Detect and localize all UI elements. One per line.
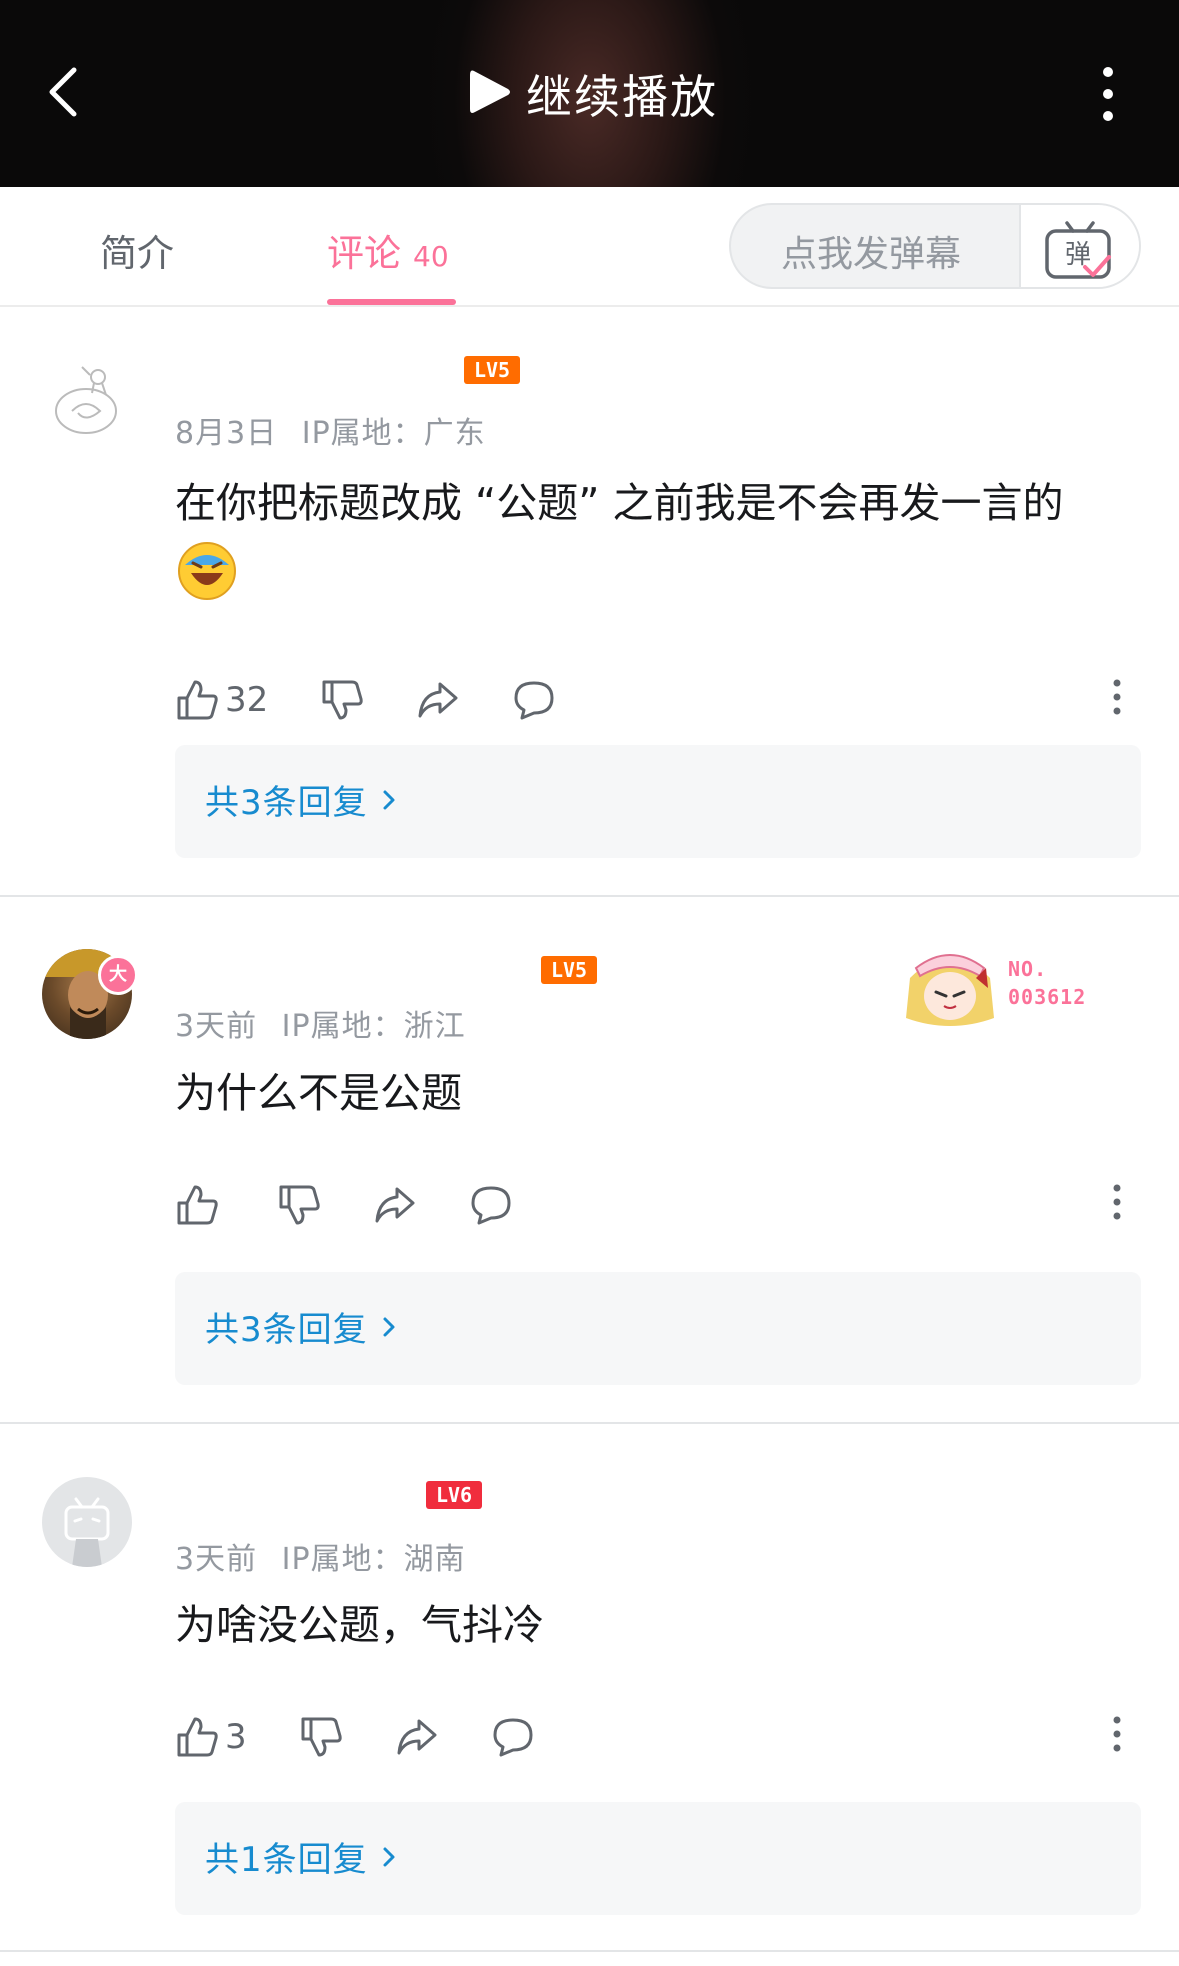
anime-girl-avatar-icon [906,954,994,1026]
comment-text: 为啥没公题，气抖冷 [175,1601,544,1649]
like-button[interactable] [175,1183,225,1227]
view-replies-link[interactable]: 共3条回复 [205,775,398,824]
level-badge: LV5 [464,356,520,384]
laughing-crying-emoji-icon [175,539,239,625]
replies-label: 共3条回复 [205,783,368,823]
dislike-button[interactable] [320,678,364,722]
comment-ip: IP属地：浙江 [281,1009,466,1044]
comment-date: 3天前 [175,1009,258,1044]
comment-date: 3天前 [175,1542,258,1577]
svg-text:LV5: LV5 [474,358,510,382]
svg-text:弹: 弹 [1065,240,1091,270]
like-count: 3 [225,1717,247,1757]
svg-text:LV5: LV5 [551,958,587,982]
replies-box[interactable]: 共3条回复 [175,1272,1141,1385]
fan-medal-number: NO. 003612 [1008,955,1086,1011]
comment-divider [0,1422,1179,1424]
comment-divider [0,1950,1179,1952]
thumbs-up-icon [177,1185,218,1225]
comment-text: 在你把标题改成 “公题” 之前我是不会再发一言的 [175,467,1135,625]
comment-meta: 3天前 IP属地：湖南 [175,1534,466,1578]
level-badge: LV6 [426,1481,482,1509]
thumbs-down-icon [279,1185,320,1225]
level-badge: LV5 [541,956,597,984]
comment-more-icon[interactable] [1105,677,1129,717]
continue-play-label: 继续播放 [526,70,718,124]
comment-meta: 3天前 IP属地：浙江 [175,1001,466,1045]
reply-button[interactable] [491,1715,535,1759]
play-icon [468,67,512,121]
share-icon [375,1187,415,1223]
replies-label: 共1条回复 [205,1840,368,1880]
chevron-right-icon [383,1847,395,1866]
reply-button[interactable] [512,678,556,722]
danmu-input[interactable]: 点我发弹幕 弹 [729,203,1141,289]
reply-button[interactable] [469,1183,513,1227]
replies-box[interactable]: 共3条回复 [175,745,1141,858]
fan-medal-no-value: 003612 [1008,985,1087,1009]
more-options-icon[interactable] [1088,62,1128,126]
dislike-button[interactable] [277,1183,321,1227]
comment-text: 为什么不是公题 [175,1069,462,1117]
danmu-placeholder: 点我发弹幕 [781,234,962,275]
comment-ip: IP属地：湖南 [281,1542,466,1577]
active-tab-indicator [327,299,456,305]
like-button[interactable]: 3 [175,1715,247,1759]
dislike-button[interactable] [299,1715,343,1759]
share-button[interactable] [395,1715,439,1759]
comment-ip: IP属地：广东 [301,416,486,451]
danmu-toggle-button[interactable]: 弹 [1019,205,1139,287]
avatar[interactable] [42,1477,132,1567]
replies-label: 共3条回复 [205,1310,368,1350]
view-replies-link[interactable]: 共1条回复 [205,1832,398,1881]
share-button[interactable] [373,1183,417,1227]
share-icon [397,1719,437,1755]
danmu-icon: 弹 [1045,221,1111,279]
share-icon [418,682,458,718]
comment-more-icon[interactable] [1105,1714,1129,1754]
comments-count: 40 [413,240,449,273]
svg-text:LV6: LV6 [436,1483,472,1507]
comment-divider [0,895,1179,897]
comment-actions [175,1180,565,1230]
like-button[interactable]: 32 [175,678,268,722]
comment-text-body: 在你把标题改成 “公题” 之前我是不会再发一言的 [175,479,1064,527]
comment-actions: 32 [175,675,608,725]
comment-bubble-icon [493,1718,533,1757]
comment-more-icon[interactable] [1105,1182,1129,1222]
tab-bar: 简介 评论 40 点我发弹幕 弹 [0,187,1179,307]
tab-comments[interactable]: 评论 40 [327,223,449,277]
chevron-right-icon [383,790,395,809]
comment-date: 8月3日 [175,416,278,451]
tab-intro[interactable]: 简介 [100,223,174,277]
continue-play-button[interactable]: 继续播放 [468,62,718,126]
share-button[interactable] [416,678,460,722]
comment-bubble-icon [514,681,554,720]
thumbs-down-icon [301,1717,342,1757]
avatar-badge: 大 [98,955,138,995]
thumbs-up-icon [177,680,218,720]
avatar[interactable] [42,353,132,443]
video-player-header: 继续播放 [0,0,1179,187]
comment-bubble-icon [471,1186,511,1225]
like-count: 32 [225,680,269,720]
thumbs-up-icon [177,1717,218,1757]
back-icon[interactable] [40,62,90,122]
comment-meta: 8月3日 IP属地：广东 [175,408,486,452]
chevron-right-icon [383,1317,395,1336]
thumbs-down-icon [322,680,363,720]
view-replies-link[interactable]: 共3条回复 [205,1302,398,1351]
tab-comments-label: 评论 [327,232,401,275]
comment-actions: 3 [175,1712,587,1762]
fan-medal-no-label: NO. [1008,957,1048,981]
replies-box[interactable]: 共1条回复 [175,1802,1141,1915]
